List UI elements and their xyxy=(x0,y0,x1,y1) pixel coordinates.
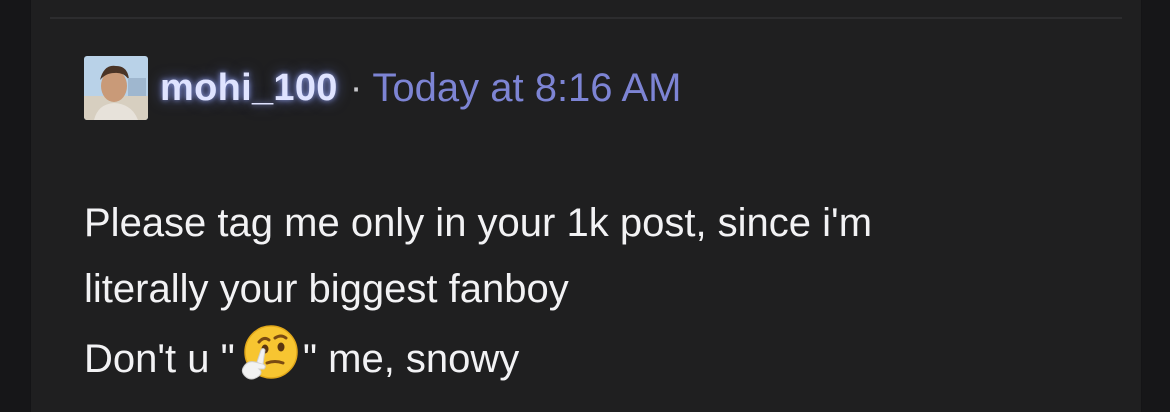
username-link[interactable]: mohi_100 xyxy=(160,67,338,110)
comment-header: mohi_100 · Today at 8:16 AM xyxy=(84,56,681,120)
message-line-last: Don't u " " me, snowy xyxy=(84,322,1114,388)
header-separator: · xyxy=(349,66,363,109)
comment-divider xyxy=(50,17,1122,19)
message-line: literally your biggest fanboy xyxy=(84,267,569,311)
timestamp: Today at 8:16 AM xyxy=(372,65,682,110)
message-line: Please tag me only in your 1k post, sinc… xyxy=(84,201,873,245)
thinking-face-emoji-icon xyxy=(237,322,301,386)
avatar-image xyxy=(84,56,148,120)
message-text: " me, snowy xyxy=(302,337,520,381)
message-text: Don't u " xyxy=(84,337,235,381)
avatar[interactable] xyxy=(84,56,148,120)
message-body: Please tag me only in your 1k post, sinc… xyxy=(84,190,1114,388)
